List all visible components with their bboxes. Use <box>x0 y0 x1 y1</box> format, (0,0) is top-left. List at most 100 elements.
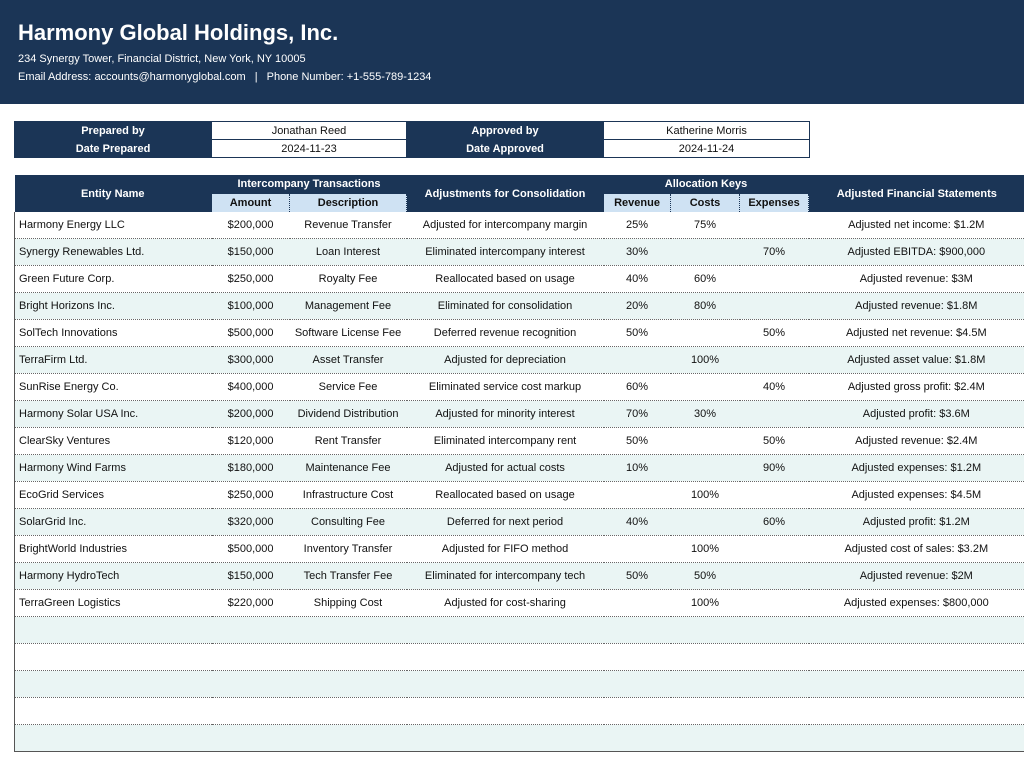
entity-name-cell: TerraGreen Logistics <box>14 589 212 617</box>
revenue-key-cell: 40% <box>603 508 671 536</box>
expenses-key-cell: 50% <box>739 319 809 347</box>
description-cell: Loan Interest <box>289 238 407 266</box>
entity-name-cell: Synergy Renewables Ltd. <box>14 238 212 266</box>
company-name: Harmony Global Holdings, Inc. <box>18 20 339 45</box>
consolidation-table: Entity Name Intercompany Transactions Ad… <box>14 175 1024 752</box>
costs-key-cell <box>670 724 740 752</box>
table-row <box>14 670 1024 698</box>
header-adjusted-statements: Adjusted Financial Statements <box>808 175 1024 212</box>
entity-name-cell: TerraFirm Ltd. <box>14 346 212 374</box>
revenue-key-cell: 40% <box>603 265 671 293</box>
expenses-key-cell <box>739 643 809 671</box>
table-row: Synergy Renewables Ltd. $150,000 Loan Inte… <box>14 238 1024 266</box>
description-cell: Service Fee <box>289 373 407 401</box>
date-approved-label: Date Approved <box>406 139 604 158</box>
costs-key-cell: 60% <box>670 265 740 293</box>
adjusted-statement-cell <box>808 697 1024 725</box>
entity-name-cell <box>14 616 212 644</box>
amount-cell: $150,000 <box>211 238 290 266</box>
amount-cell: $100,000 <box>211 292 290 320</box>
amount-cell: $300,000 <box>211 346 290 374</box>
header-description: Description <box>288 193 408 212</box>
header-expenses: Expenses <box>739 193 810 212</box>
adjustment-cell: Reallocated based on usage <box>406 265 604 293</box>
revenue-key-cell <box>603 589 671 617</box>
adjustment-cell: Eliminated service cost markup <box>406 373 604 401</box>
revenue-key-cell: 10% <box>603 454 671 482</box>
expenses-key-cell: 40% <box>739 373 809 401</box>
adjustment-cell: Deferred for next period <box>406 508 604 536</box>
date-prepared-value: 2024-11-23 <box>211 139 407 158</box>
entity-name-cell <box>14 697 212 725</box>
costs-key-cell: 100% <box>670 481 740 509</box>
revenue-key-cell <box>603 616 671 644</box>
phone-label: Phone Number: <box>266 71 344 83</box>
company-address: 234 Synergy Tower, Financial District, N… <box>18 53 306 65</box>
adjusted-statement-cell: Adjusted EBITDA: $900,000 <box>808 238 1024 266</box>
adjusted-statement-cell: Adjusted net income: $1.2M <box>808 212 1024 239</box>
expenses-key-cell <box>739 400 809 428</box>
date-approved-value: 2024-11-24 <box>603 139 810 158</box>
amount-cell <box>211 724 290 752</box>
description-cell <box>289 697 407 725</box>
expenses-key-cell <box>739 616 809 644</box>
table-row: Bright Horizons Inc. $100,000 Management F… <box>14 292 1024 320</box>
adjusted-statement-cell: Adjusted cost of sales: $3.2M <box>808 535 1024 563</box>
revenue-key-cell <box>603 697 671 725</box>
revenue-key-cell <box>603 724 671 752</box>
contact-separator: | <box>254 71 258 83</box>
revenue-key-cell: 25% <box>603 212 671 239</box>
expenses-key-cell <box>739 265 809 293</box>
amount-cell: $250,000 <box>211 481 290 509</box>
costs-key-cell: 50% <box>670 562 740 590</box>
entity-name-cell: Harmony Solar USA Inc. <box>14 400 212 428</box>
revenue-key-cell: 60% <box>603 373 671 401</box>
adjusted-statement-cell: Adjusted expenses: $800,000 <box>808 589 1024 617</box>
expenses-key-cell: 50% <box>739 427 809 455</box>
entity-name-cell: Harmony Energy LLC <box>14 212 212 239</box>
adjustment-cell: Adjusted for cost-sharing <box>406 589 604 617</box>
adjusted-statement-cell: Adjusted gross profit: $2.4M <box>808 373 1024 401</box>
amount-cell: $120,000 <box>211 427 290 455</box>
header-amount: Amount <box>211 193 290 212</box>
costs-key-cell: 100% <box>670 535 740 563</box>
phone-value: +1-555-789-1234 <box>346 71 432 83</box>
table-row: Harmony Energy LLC $200,000 Revenue Transf… <box>14 212 1024 239</box>
adjustment-cell <box>406 643 604 671</box>
adjustment-cell: Eliminated for consolidation <box>406 292 604 320</box>
costs-key-cell <box>670 454 740 482</box>
expenses-key-cell <box>739 346 809 374</box>
table-row: SolTech Innovations $500,000 Software Lice… <box>14 319 1024 347</box>
expenses-key-cell <box>739 562 809 590</box>
costs-key-cell <box>670 373 740 401</box>
description-cell <box>289 724 407 752</box>
adjusted-statement-cell <box>808 616 1024 644</box>
costs-key-cell: 80% <box>670 292 740 320</box>
expenses-key-cell: 70% <box>739 238 809 266</box>
amount-cell: $220,000 <box>211 589 290 617</box>
costs-key-cell <box>670 697 740 725</box>
table-row: Harmony Wind Farms $180,000 Maintenance Fe… <box>14 454 1024 482</box>
description-cell: Revenue Transfer <box>289 212 407 239</box>
costs-key-cell <box>670 508 740 536</box>
adjusted-statement-cell: Adjusted profit: $3.6M <box>808 400 1024 428</box>
description-cell: Royalty Fee <box>289 265 407 293</box>
costs-key-cell: 75% <box>670 212 740 239</box>
adjusted-statement-cell <box>808 724 1024 752</box>
adjusted-statement-cell: Adjusted revenue: $3M <box>808 265 1024 293</box>
amount-cell <box>211 670 290 698</box>
table-row <box>14 643 1024 671</box>
adjustment-cell: Reallocated based on usage <box>406 481 604 509</box>
revenue-key-cell <box>603 346 671 374</box>
email-label: Email Address: <box>18 71 92 83</box>
entity-name-cell <box>14 724 212 752</box>
revenue-key-cell: 70% <box>603 400 671 428</box>
description-cell: Inventory Transfer <box>289 535 407 563</box>
description-cell: Software License Fee <box>289 319 407 347</box>
adjustment-cell: Eliminated intercompany interest <box>406 238 604 266</box>
company-contact: Email Address: accounts@harmonyglobal.co… <box>18 71 431 83</box>
entity-name-cell: SunRise Energy Co. <box>14 373 212 401</box>
costs-key-cell <box>670 670 740 698</box>
revenue-key-cell: 50% <box>603 562 671 590</box>
adjustment-cell: Adjusted for FIFO method <box>406 535 604 563</box>
